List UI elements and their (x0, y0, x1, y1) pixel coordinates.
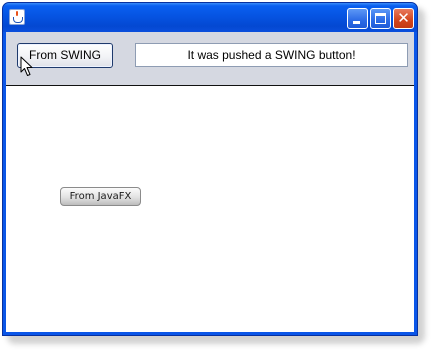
swing-panel: From SWING It was pushed a SWING button! (6, 32, 414, 86)
steam-shape (16, 11, 18, 16)
cup-shape (13, 17, 23, 23)
maximize-button[interactable] (370, 8, 391, 29)
window-content: From SWING It was pushed a SWING button!… (6, 32, 414, 332)
status-text-field[interactable]: It was pushed a SWING button! (135, 43, 408, 67)
close-button[interactable]: ✕ (393, 8, 414, 29)
mouse-pointer-icon (20, 56, 33, 76)
javafx-button[interactable]: From JavaFX (60, 187, 141, 206)
application-window: ✕ From SWING It was pushed a SWING butto… (2, 2, 418, 336)
minimize-button[interactable] (347, 8, 368, 29)
minimize-icon (353, 21, 360, 24)
maximize-icon (375, 13, 386, 24)
java-cup-icon[interactable] (9, 9, 25, 25)
title-bar[interactable]: ✕ (3, 3, 417, 32)
close-icon: ✕ (397, 9, 410, 27)
